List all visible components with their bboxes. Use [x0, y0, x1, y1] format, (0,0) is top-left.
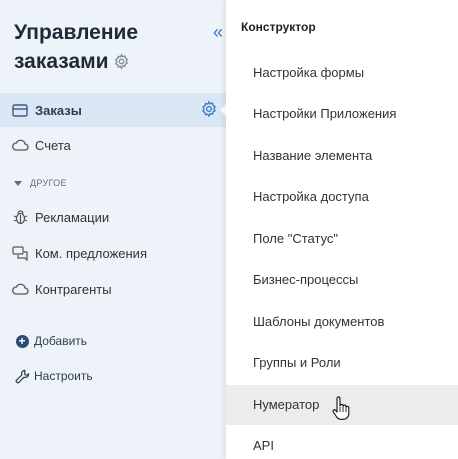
- sidebar-item-counterparties[interactable]: Контрагенты: [0, 272, 226, 306]
- add-button[interactable]: + Добавить: [14, 333, 87, 349]
- sidebar-item-label: Ком. предложения: [35, 245, 147, 261]
- menu-item-status-field[interactable]: Поле "Статус": [226, 219, 458, 259]
- bug-icon: [11, 208, 29, 226]
- chat-icon: [11, 244, 29, 262]
- configure-label: Настроить: [34, 369, 93, 383]
- sidebar: Управление заказами « Заказы Счета ДРУГО…: [0, 0, 238, 459]
- card-icon: [11, 101, 29, 119]
- caret-down-icon: [14, 180, 22, 186]
- sidebar-item-label: Счета: [35, 137, 71, 153]
- cloud-icon: [11, 280, 29, 298]
- configure-button[interactable]: Настроить: [14, 368, 93, 384]
- add-label: Добавить: [34, 334, 88, 348]
- sidebar-item-label: Контрагенты: [35, 281, 112, 297]
- menu-item-app-settings[interactable]: Настройки Приложения: [226, 94, 458, 134]
- group-label: ДРУГОЕ: [30, 178, 67, 188]
- menu-item-element-name[interactable]: Название элемента: [226, 136, 458, 176]
- sidebar-item-label: Заказы: [35, 102, 82, 118]
- menu-item-business-processes[interactable]: Бизнес-процессы: [226, 260, 458, 300]
- sidebar-item-label: Рекламации: [35, 209, 110, 225]
- plus-circle-icon: +: [14, 333, 30, 349]
- menu-item-form-settings[interactable]: Настройка формы: [226, 53, 458, 93]
- sidebar-item-orders[interactable]: Заказы: [0, 93, 226, 127]
- page-title: Управление заказами: [14, 18, 204, 78]
- item-settings-gear-icon[interactable]: [200, 100, 220, 120]
- sidebar-item-invoices[interactable]: Счета: [0, 128, 226, 162]
- menu-item-api[interactable]: API: [226, 426, 458, 459]
- constructor-menu: Конструктор Настройка формы Настройки Пр…: [226, 0, 458, 459]
- sidebar-item-claims[interactable]: Рекламации: [0, 200, 226, 234]
- menu-item-document-templates[interactable]: Шаблоны документов: [226, 302, 458, 342]
- cloud-icon: [11, 136, 29, 154]
- menu-item-groups-roles[interactable]: Группы и Роли: [226, 343, 458, 383]
- group-toggle-other[interactable]: ДРУГОЕ: [14, 178, 67, 188]
- menu-header: Конструктор: [241, 20, 316, 34]
- gear-icon[interactable]: [113, 49, 130, 78]
- menu-item-numerator[interactable]: Нумератор: [226, 385, 458, 425]
- wrench-icon: [14, 368, 30, 384]
- double-chevron-left-icon: «: [212, 22, 223, 42]
- sidebar-item-offers[interactable]: Ком. предложения: [0, 236, 226, 270]
- menu-item-access-settings[interactable]: Настройка доступа: [226, 177, 458, 217]
